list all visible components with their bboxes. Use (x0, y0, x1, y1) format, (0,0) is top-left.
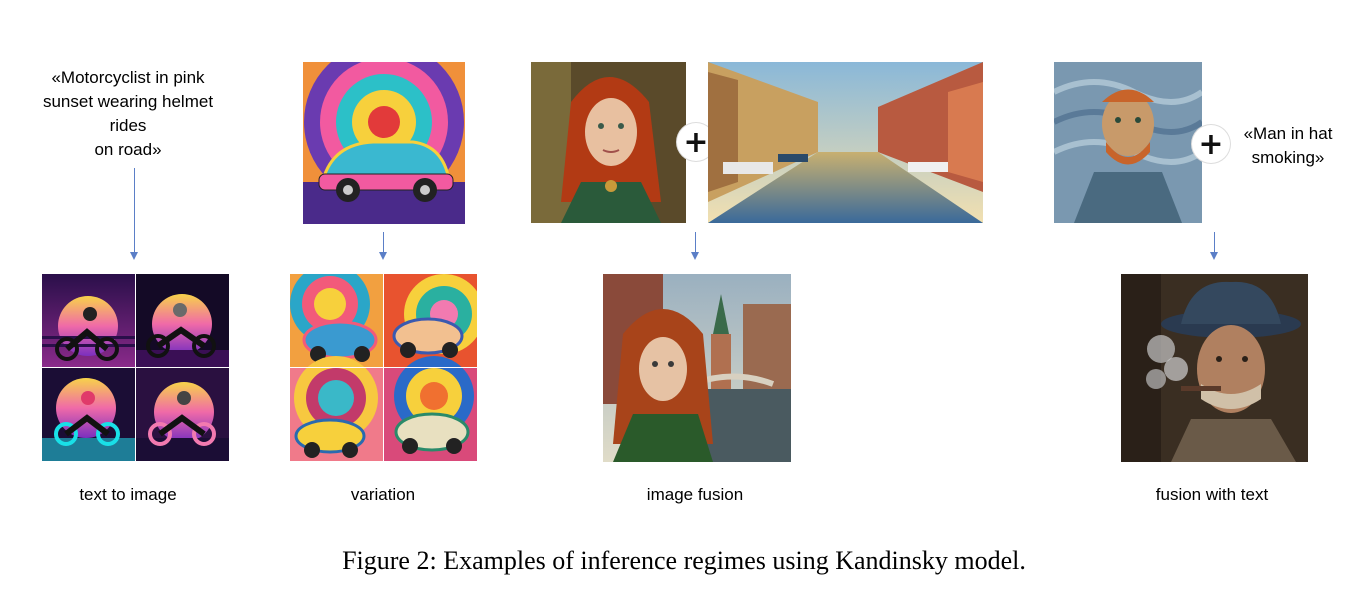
redhead-portrait-image (531, 62, 686, 223)
t2i-prompt-line: rides (109, 116, 147, 135)
fusion-output-image (603, 274, 791, 462)
variation-arrow-line (383, 232, 384, 252)
psychedelic-car-image (303, 62, 465, 224)
fused-portrait-canal-image (603, 274, 791, 462)
t2i-prompt: «Motorcyclist in pink sunset wearing hel… (28, 66, 228, 162)
fusion-label: image fusion (646, 485, 744, 504)
fusion-text-output-image (1121, 274, 1308, 462)
t2i-label: text to image (79, 485, 177, 504)
man-in-hat-smoking-image (1121, 274, 1308, 462)
t2i-arrow-line (134, 168, 135, 252)
fusion-text-label: fusion with text (1155, 485, 1269, 504)
variation-input-image (303, 62, 465, 224)
t2i-arrow-head (130, 252, 138, 260)
variation-arrow-head (379, 252, 387, 260)
motorcycle-grid-image (42, 274, 229, 461)
fusion-text-prompt: «Man in hat smoking» (1228, 122, 1348, 170)
variation-output-grid (290, 274, 477, 461)
t2i-prompt-line: sunset wearing helmet (42, 92, 214, 111)
fusion-input-portrait (531, 62, 686, 223)
fusion-text-arrow-head (1210, 252, 1218, 260)
variation-label: variation (350, 485, 416, 504)
figure-caption: Figure 2: Examples of inference regimes … (342, 546, 1026, 575)
fusion-arrow-line (695, 232, 696, 252)
van-gogh-portrait-image (1054, 62, 1202, 223)
fusion-text-prompt-line: «Man in hat (1243, 124, 1333, 143)
t2i-prompt-line: on road» (94, 140, 162, 159)
fusion-text-input-image (1054, 62, 1202, 223)
fusion-arrow-head (691, 252, 699, 260)
t2i-prompt-line: «Motorcyclist in pink (51, 68, 205, 87)
canal-city-image (708, 62, 983, 223)
fusion-text-arrow-line (1214, 232, 1215, 252)
t2i-output-grid (42, 274, 229, 461)
fusion-text-prompt-line: smoking» (1251, 148, 1325, 167)
beetle-variations-image (290, 274, 477, 461)
fusion-input-canal (708, 62, 983, 223)
fusion-text-plus-icon: + (1192, 125, 1230, 163)
